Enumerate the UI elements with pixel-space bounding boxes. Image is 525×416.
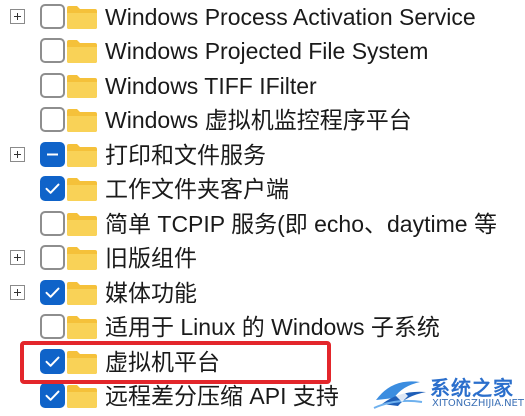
feature-row[interactable]: Windows TIFF IFilter (0, 69, 525, 103)
feature-checkbox[interactable] (40, 38, 65, 63)
feature-label: 旧版组件 (105, 245, 197, 271)
feature-checkbox[interactable] (40, 211, 65, 236)
folder-icon (67, 351, 97, 374)
folder-icon (67, 144, 97, 167)
expand-icon[interactable] (10, 9, 25, 24)
feature-checkbox[interactable] (40, 73, 65, 98)
checkmark-icon (45, 287, 60, 298)
folder-icon (67, 213, 97, 236)
checkmark-icon (45, 356, 60, 367)
feature-row[interactable]: 打印和文件服务 (0, 138, 525, 172)
folder-icon (67, 247, 97, 270)
folder-icon (67, 109, 97, 132)
folder-icon (67, 178, 97, 201)
feature-label: 虚拟机平台 (105, 349, 220, 375)
feature-checkbox[interactable] (40, 245, 65, 270)
feature-label: 远程差分压缩 API 支持 (105, 383, 339, 409)
feature-row[interactable]: 适用于 Linux 的 Windows 子系统 (0, 310, 525, 344)
feature-row[interactable]: 简单 TCPIP 服务(即 echo、daytime 等 (0, 207, 525, 241)
expand-icon[interactable] (10, 285, 25, 300)
feature-checkbox[interactable] (40, 4, 65, 29)
watermark-title: 系统之家 (430, 378, 514, 400)
feature-label: 工作文件夹客户端 (105, 176, 289, 202)
feature-checkbox[interactable] (40, 176, 65, 201)
feature-row[interactable]: Windows Projected File System (0, 34, 525, 68)
feature-label: Windows 虚拟机监控程序平台 (105, 107, 412, 133)
feature-checkbox[interactable] (40, 349, 65, 374)
feature-label: Windows Projected File System (105, 38, 429, 64)
expand-icon[interactable] (10, 250, 25, 265)
watermark: 系统之家 XITONGZHIJIA.NET (372, 372, 524, 414)
feature-label: 媒体功能 (105, 280, 197, 306)
feature-row[interactable]: Windows 虚拟机监控程序平台 (0, 103, 525, 137)
folder-icon (67, 6, 97, 29)
feature-checkbox[interactable] (40, 314, 65, 339)
feature-row[interactable]: 工作文件夹客户端 (0, 172, 525, 206)
feature-row[interactable]: 媒体功能 (0, 276, 525, 310)
feature-label: Windows Process Activation Service (105, 4, 476, 30)
checkmark-icon (45, 390, 60, 401)
feature-checkbox[interactable] (40, 280, 65, 305)
feature-label: 简单 TCPIP 服务(即 echo、daytime 等 (105, 211, 497, 237)
folder-icon (67, 40, 97, 63)
expand-icon[interactable] (10, 147, 25, 162)
feature-label: Windows TIFF IFilter (105, 73, 317, 99)
feature-row[interactable]: 旧版组件 (0, 241, 525, 275)
folder-icon (67, 282, 97, 305)
feature-checkbox[interactable] (40, 383, 65, 408)
feature-checkbox[interactable] (40, 142, 65, 167)
feature-label: 适用于 Linux 的 Windows 子系统 (105, 314, 440, 340)
indeterminate-icon (47, 153, 58, 156)
watermark-url: XITONGZHIJIA.NET (432, 398, 524, 409)
folder-icon (67, 75, 97, 98)
folder-icon (67, 385, 97, 408)
folder-icon (67, 316, 97, 339)
checkmark-icon (45, 183, 60, 194)
site-logo-icon (373, 381, 426, 409)
feature-row[interactable]: Windows Process Activation Service (0, 0, 525, 34)
feature-checkbox[interactable] (40, 107, 65, 132)
feature-label: 打印和文件服务 (105, 142, 266, 168)
